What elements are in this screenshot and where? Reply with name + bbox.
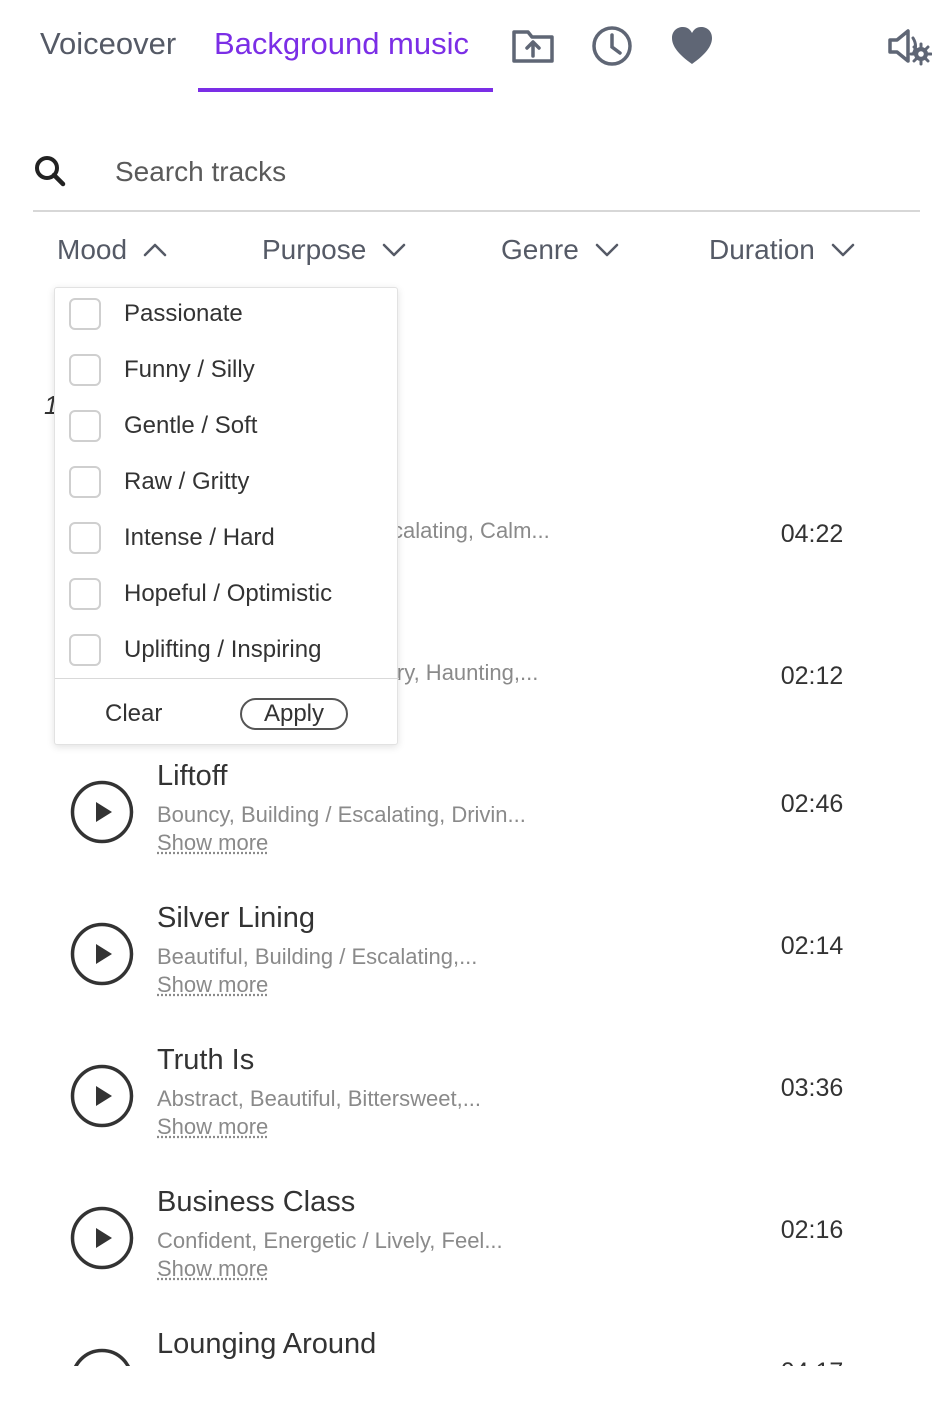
mood-option-label: Raw / Gritty <box>124 468 250 495</box>
checkbox[interactable] <box>69 634 101 666</box>
filter-purpose[interactable]: Purpose <box>262 228 408 272</box>
track-tags: Beautiful, Building / Escalating,... <box>157 944 478 969</box>
track-title[interactable]: Business Class <box>157 1186 355 1219</box>
track-duration: 04:22 <box>780 520 844 548</box>
filter-genre-label: Genre <box>501 234 579 265</box>
mood-option-label: Uplifting / Inspiring <box>124 636 322 663</box>
play-button[interactable] <box>70 1064 134 1128</box>
mood-option-label: Passionate <box>124 300 243 327</box>
track-duration: 02:12 <box>780 662 844 690</box>
chevron-down-icon <box>595 243 619 257</box>
track-row: Business Class Confident, Energetic / Li… <box>0 1186 936 1328</box>
track-row: Liftoff Bouncy, Building / Escalating, D… <box>0 760 936 902</box>
track-duration: 03:36 <box>780 1074 844 1102</box>
search-icon <box>35 156 66 187</box>
filter-purpose-label: Purpose <box>262 234 367 265</box>
clear-button[interactable]: Clear <box>105 700 162 728</box>
dropdown-divider <box>55 678 399 679</box>
search-bar <box>33 140 920 212</box>
viewport-clip <box>0 1366 936 1421</box>
play-button[interactable] <box>70 780 134 844</box>
mood-option-label: Funny / Silly <box>124 356 255 383</box>
tab-voiceover[interactable]: Voiceover <box>40 26 176 62</box>
clock-icon[interactable] <box>590 24 634 68</box>
track-duration: 02:14 <box>780 932 844 960</box>
show-more-link[interactable]: Show more <box>157 972 268 998</box>
apply-button[interactable]: Apply <box>240 698 348 730</box>
chevron-up-icon <box>143 243 167 257</box>
show-more-link[interactable]: Show more <box>157 1114 268 1140</box>
checkbox[interactable] <box>69 522 101 554</box>
chevron-down-icon <box>383 243 406 257</box>
folder-upload-icon[interactable] <box>511 24 555 68</box>
mood-option[interactable]: Intense / Hard <box>55 512 399 568</box>
track-row: Silver Lining Beautiful, Building / Esca… <box>0 902 936 1044</box>
checkbox[interactable] <box>69 410 101 442</box>
mood-dropdown: Passionate Funny / Silly Gentle / Soft R… <box>54 287 399 745</box>
speaker-settings-icon[interactable] <box>886 24 933 68</box>
checkbox[interactable] <box>69 354 101 386</box>
mood-option-label: Gentle / Soft <box>124 412 258 439</box>
track-tags: Abstract, Beautiful, Bittersweet,... <box>157 1086 482 1111</box>
track-tags: Bouncy, Building / Escalating, Drivin... <box>157 802 526 827</box>
mood-option[interactable]: Funny / Silly <box>55 344 399 400</box>
chevron-down-icon <box>831 243 855 257</box>
tab-bar: Voiceover Background music <box>0 0 936 100</box>
checkbox[interactable] <box>69 578 101 610</box>
track-duration: 02:46 <box>780 790 844 818</box>
checkbox[interactable] <box>69 466 101 498</box>
track-tags: calating, Calm... <box>392 518 550 543</box>
track-title[interactable]: Liftoff <box>157 760 227 793</box>
track-tags: Confident, Energetic / Lively, Feel... <box>157 1228 503 1253</box>
filter-mood-label: Mood <box>57 234 128 265</box>
track-title[interactable]: Silver Lining <box>157 902 315 935</box>
play-button[interactable] <box>70 922 134 986</box>
track-duration: 02:16 <box>780 1216 844 1244</box>
mood-option[interactable]: Hopeful / Optimistic <box>55 568 399 624</box>
filter-mood[interactable]: Mood <box>57 228 169 272</box>
mood-option[interactable]: Passionate <box>55 288 399 344</box>
filter-duration-label: Duration <box>709 234 815 265</box>
mood-option-label: Intense / Hard <box>124 524 275 551</box>
filter-duration[interactable]: Duration <box>709 228 857 272</box>
heart-icon[interactable] <box>670 24 714 68</box>
show-more-link[interactable]: Show more <box>157 1256 268 1282</box>
filter-genre[interactable]: Genre <box>501 228 621 272</box>
track-tags: iry, Haunting,... <box>392 660 539 685</box>
track-title[interactable]: Truth Is <box>157 1044 254 1077</box>
mood-option[interactable]: Raw / Gritty <box>55 456 399 512</box>
track-row: Truth Is Abstract, Beautiful, Bitterswee… <box>0 1044 936 1186</box>
search-input[interactable] <box>115 148 895 196</box>
mood-option-label: Hopeful / Optimistic <box>124 580 333 607</box>
show-more-link[interactable]: Show more <box>157 830 268 856</box>
mood-option[interactable]: Gentle / Soft <box>55 400 399 456</box>
checkbox[interactable] <box>69 298 101 330</box>
tab-background-music[interactable]: Background music <box>214 26 469 62</box>
mood-option[interactable]: Uplifting / Inspiring <box>55 624 399 680</box>
track-title[interactable]: Lounging Around <box>157 1328 376 1361</box>
play-button[interactable] <box>70 1206 134 1270</box>
active-tab-indicator <box>198 88 493 92</box>
